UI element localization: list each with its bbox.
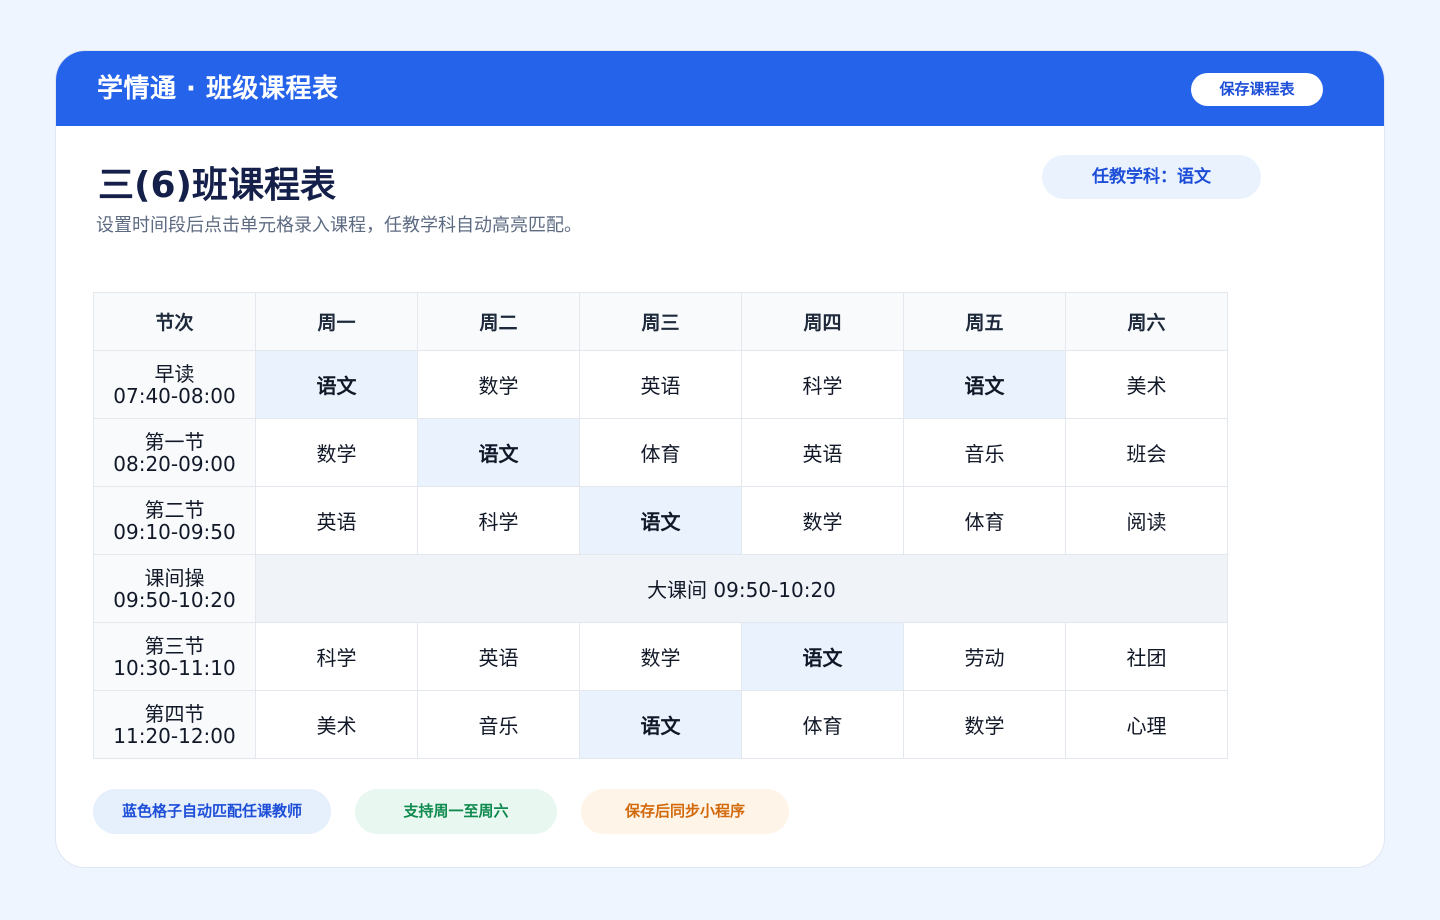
table-row-break: 课间操 09:50-10:20 大课间 09:50-10:20: [93, 554, 1228, 623]
course-cell[interactable]: 心理: [1065, 690, 1228, 759]
col-header-period: 节次: [93, 292, 256, 351]
course-cell[interactable]: 语文: [255, 350, 418, 419]
course-cell[interactable]: 英语: [255, 486, 418, 555]
table-row: 第四节 11:20-12:00 美术 音乐 语文 体育 数学 心理: [93, 690, 1228, 759]
course-cell[interactable]: 班会: [1065, 418, 1228, 487]
course-cell[interactable]: 英语: [741, 418, 904, 487]
col-header-thu: 周四: [741, 292, 904, 351]
period-cell: 课间操 09:50-10:20: [93, 554, 256, 623]
col-header-mon: 周一: [255, 292, 418, 351]
course-cell[interactable]: 科学: [255, 622, 418, 691]
table-row: 第二节 09:10-09:50 英语 科学 语文 数学 体育 阅读: [93, 486, 1228, 555]
course-cell[interactable]: 美术: [1065, 350, 1228, 419]
table-row: 早读 07:40-08:00 语文 数学 英语 科学 语文 美术: [93, 350, 1228, 419]
course-cell[interactable]: 劳动: [903, 622, 1066, 691]
timetable: 节次 周一 周二 周三 周四 周五 周六 早读 07:40-08:00 语文 数…: [93, 292, 1228, 759]
period-name: 第三节: [144, 633, 205, 658]
period-name: 第二节: [144, 497, 205, 522]
course-cell[interactable]: 语文: [903, 350, 1066, 419]
tag-auto-match: 蓝色格子自动匹配任课教师: [93, 789, 331, 834]
period-time: 07:40-08:00: [113, 383, 236, 408]
tag-weekdays: 支持周一至周六: [355, 789, 557, 834]
table-row: 第一节 08:20-09:00 数学 语文 体育 英语 音乐 班会: [93, 418, 1228, 487]
save-timetable-button[interactable]: 保存课程表: [1191, 73, 1323, 106]
tag-sync: 保存后同步小程序: [581, 789, 789, 834]
col-header-fri: 周五: [903, 292, 1066, 351]
col-header-sat: 周六: [1065, 292, 1228, 351]
course-cell[interactable]: 阅读: [1065, 486, 1228, 555]
course-cell[interactable]: 数学: [255, 418, 418, 487]
course-cell[interactable]: 英语: [417, 622, 580, 691]
top-bar: 学情通 · 班级课程表 保存课程表: [56, 51, 1384, 126]
col-header-tue: 周二: [417, 292, 580, 351]
period-cell: 第二节 09:10-09:50: [93, 486, 256, 555]
course-cell[interactable]: 语文: [579, 486, 742, 555]
period-time: 11:20-12:00: [113, 723, 236, 748]
course-cell[interactable]: 数学: [579, 622, 742, 691]
period-cell: 第四节 11:20-12:00: [93, 690, 256, 759]
period-name: 早读: [154, 361, 195, 386]
period-name: 第四节: [144, 701, 205, 726]
period-time: 09:10-09:50: [113, 519, 236, 544]
course-cell[interactable]: 社团: [1065, 622, 1228, 691]
course-cell[interactable]: 数学: [741, 486, 904, 555]
course-cell[interactable]: 体育: [903, 486, 1066, 555]
course-cell[interactable]: 语文: [579, 690, 742, 759]
course-cell[interactable]: 音乐: [417, 690, 580, 759]
course-cell[interactable]: 语文: [741, 622, 904, 691]
period-name: 第一节: [144, 429, 205, 454]
course-cell[interactable]: 科学: [417, 486, 580, 555]
period-name: 课间操: [144, 565, 205, 590]
period-time: 10:30-11:10: [113, 655, 236, 680]
timetable-header-row: 节次 周一 周二 周三 周四 周五 周六: [93, 292, 1228, 351]
course-cell[interactable]: 体育: [741, 690, 904, 759]
period-time: 09:50-10:20: [113, 587, 236, 612]
period-time: 08:20-09:00: [113, 451, 236, 476]
course-cell[interactable]: 科学: [741, 350, 904, 419]
page-title: 三(6)班课程表: [98, 165, 336, 206]
table-row: 第三节 10:30-11:10 科学 英语 数学 语文 劳动 社团: [93, 622, 1228, 691]
course-cell[interactable]: 美术: [255, 690, 418, 759]
app-title: 学情通 · 班级课程表: [97, 74, 339, 104]
course-cell[interactable]: 英语: [579, 350, 742, 419]
period-cell: 第一节 08:20-09:00: [93, 418, 256, 487]
course-cell[interactable]: 数学: [417, 350, 580, 419]
timetable-card: 学情通 · 班级课程表 保存课程表 三(6)班课程表 设置时间段后点击单元格录入…: [55, 50, 1385, 868]
course-cell[interactable]: 数学: [903, 690, 1066, 759]
period-cell: 第三节 10:30-11:10: [93, 622, 256, 691]
course-cell[interactable]: 体育: [579, 418, 742, 487]
subject-pill: 任教学科：语文: [1042, 155, 1261, 199]
period-cell: 早读 07:40-08:00: [93, 350, 256, 419]
course-cell[interactable]: 音乐: [903, 418, 1066, 487]
col-header-wed: 周三: [579, 292, 742, 351]
course-cell[interactable]: 语文: [417, 418, 580, 487]
page-subtitle: 设置时间段后点击单元格录入课程，任教学科自动高亮匹配。: [96, 215, 582, 236]
break-cell: 大课间 09:50-10:20: [255, 554, 1228, 623]
